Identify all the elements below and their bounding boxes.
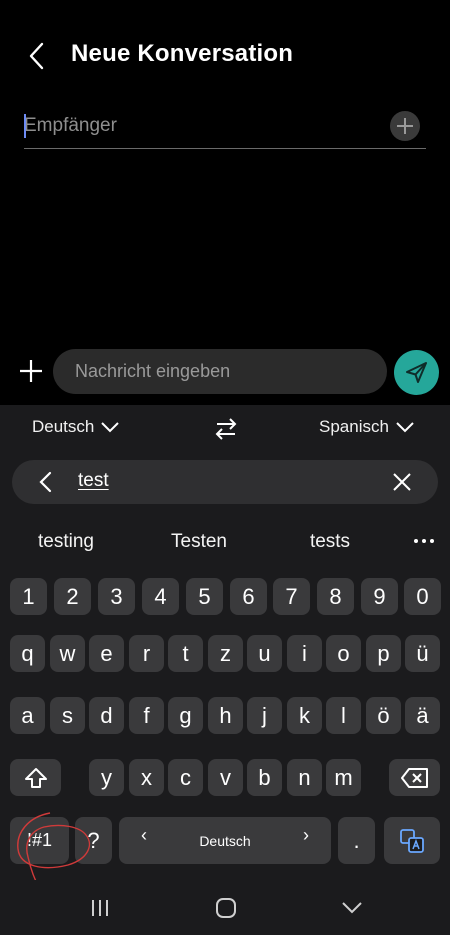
recipient-row[interactable] [24,106,426,149]
shift-key[interactable] [10,759,61,796]
translate-search-text[interactable]: test [78,470,109,492]
more-horizontal-icon[interactable] [412,531,436,551]
key-ae[interactable]: ä [405,697,440,734]
attach-plus-button[interactable] [16,356,46,386]
key-oe[interactable]: ö [366,697,401,734]
key-y[interactable]: y [89,759,124,796]
key-r[interactable]: r [129,635,164,672]
key-3[interactable]: 3 [98,578,135,615]
page-title: Neue Konversation [71,40,294,67]
key-1[interactable]: 1 [10,578,47,615]
recents-icon[interactable] [90,898,110,918]
target-language-label: Spanisch [319,417,389,436]
key-m[interactable]: m [326,759,361,796]
suggestion-3[interactable]: tests [290,531,370,553]
backspace-icon [400,767,428,788]
chevron-down-icon [101,422,120,433]
nav-back-icon[interactable] [341,900,363,916]
key-f[interactable]: f [129,697,164,734]
key-d[interactable]: d [89,697,124,734]
key-5[interactable]: 5 [186,578,223,615]
chevron-left-icon: ‹ [141,825,147,845]
key-7[interactable]: 7 [273,578,310,615]
plus-icon [397,118,413,134]
key-l[interactable]: l [326,697,361,734]
key-i[interactable]: i [287,635,322,672]
key-b[interactable]: b [247,759,282,796]
key-c[interactable]: c [168,759,203,796]
chevron-down-icon [396,422,414,433]
key-t[interactable]: t [168,635,203,672]
period-key[interactable]: . [338,817,375,864]
shift-icon [24,767,47,788]
backspace-key[interactable] [389,759,440,796]
key-ue[interactable]: ü [405,635,440,672]
key-6[interactable]: 6 [230,578,267,615]
send-button[interactable] [394,350,439,395]
key-w[interactable]: w [50,635,85,672]
key-8[interactable]: 8 [317,578,354,615]
back-arrow-icon[interactable] [24,38,52,74]
key-g[interactable]: g [168,697,203,734]
key-n[interactable]: n [287,759,322,796]
key-q[interactable]: q [10,635,45,672]
key-0[interactable]: 0 [404,578,441,615]
key-u[interactable]: u [247,635,282,672]
add-recipient-button[interactable] [390,111,420,141]
system-navbar [0,880,450,935]
chevron-right-icon: › [303,825,309,845]
message-input[interactable] [75,349,375,394]
recipient-input[interactable] [24,106,374,146]
target-language-selector[interactable]: Spanisch [319,417,415,437]
key-x[interactable]: x [129,759,164,796]
space-bar-language: Deutsch [199,832,251,849]
key-v[interactable]: v [208,759,243,796]
key-h[interactable]: h [208,697,243,734]
suggestion-2[interactable]: Testen [150,531,248,553]
key-s[interactable]: s [50,697,85,734]
key-9[interactable]: 9 [361,578,398,615]
translate-icon [400,828,424,853]
key-e[interactable]: e [89,635,124,672]
key-2[interactable]: 2 [54,578,91,615]
key-a[interactable]: a [10,697,45,734]
key-k[interactable]: k [287,697,322,734]
suggestion-1[interactable]: testing [20,531,112,553]
close-icon[interactable] [392,472,412,492]
send-icon [406,362,427,383]
source-language-selector[interactable]: Deutsch [32,417,120,437]
key-z[interactable]: z [208,635,243,672]
space-bar[interactable]: ‹ Deutsch › [119,817,331,864]
translate-search-bar[interactable]: test [12,460,438,504]
key-p[interactable]: p [366,635,401,672]
source-language-label: Deutsch [32,417,95,436]
key-4[interactable]: 4 [142,578,179,615]
home-icon[interactable] [215,897,237,919]
translate-key[interactable] [384,817,440,864]
message-field[interactable] [53,349,387,394]
swap-languages-icon[interactable] [213,416,239,442]
key-o[interactable]: o [326,635,361,672]
keyboard: Deutsch Spanisch test testing Testen tes… [0,405,450,935]
chevron-left-icon[interactable] [36,470,56,494]
text-cursor [24,114,26,138]
key-j[interactable]: j [247,697,282,734]
